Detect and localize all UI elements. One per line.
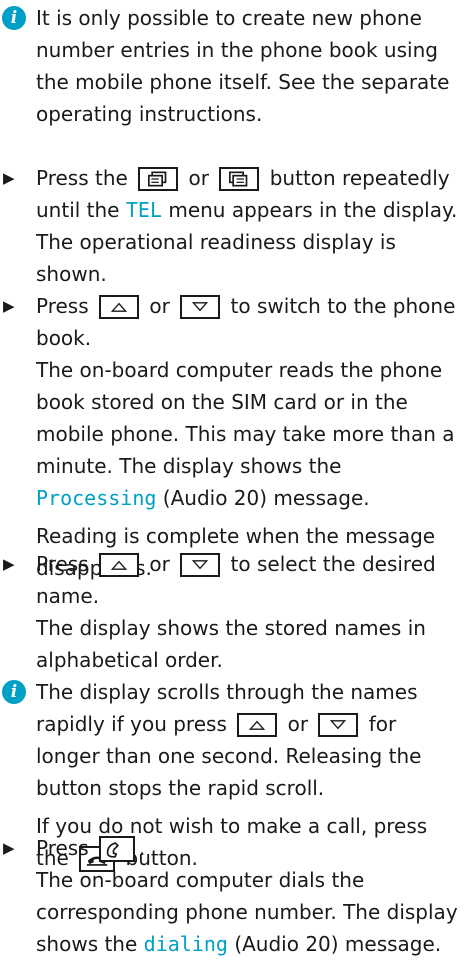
- step-result-text: The on-board computer reads the phone bo…: [36, 358, 455, 510]
- tel-menu-label: TEL: [125, 198, 162, 222]
- step-arrow-icon: ▶: [3, 555, 15, 573]
- up-key-icon: [237, 713, 278, 737]
- down-key-icon: [180, 295, 221, 319]
- info-note-text: The display scrolls through the names ra…: [36, 680, 422, 800]
- step-text: Press .: [36, 836, 146, 862]
- up-key-icon: [99, 295, 139, 319]
- step-select-name: ▶ Press or to select the desired name. T…: [2, 548, 460, 676]
- step-arrow-icon: ▶: [3, 297, 15, 315]
- dialing-message: dialing: [143, 932, 228, 956]
- call-key-icon: [99, 836, 135, 862]
- down-key-icon: [318, 713, 359, 737]
- page-forward-key-icon: [219, 167, 260, 191]
- step-arrow-icon: ▶: [3, 839, 15, 857]
- step-select-tel-menu: ▶ Press the or button repeatedly until t…: [2, 162, 460, 290]
- info-note-text: It is only possible to create new phone …: [36, 6, 450, 126]
- step-switch-phonebook: ▶ Press or to switch to the phone book. …: [2, 290, 460, 584]
- step-text: Press the or button repeatedly until the…: [36, 166, 458, 286]
- up-key-icon: [99, 553, 139, 577]
- processing-message: Processing: [36, 486, 157, 510]
- down-key-icon: [180, 553, 221, 577]
- step-text: Press or to switch to the phone book.: [36, 294, 456, 350]
- info-note-phonebook: i It is only possible to create new phon…: [2, 2, 460, 130]
- step-result-text: The on-board computer dials the correspo…: [36, 868, 458, 956]
- info-icon: i: [2, 6, 26, 30]
- info-icon: i: [2, 680, 26, 704]
- page-back-key-icon: [138, 167, 179, 191]
- step-dial: ▶ Press . The on-board computer dials th…: [2, 832, 460, 960]
- step-arrow-icon: ▶: [3, 169, 15, 187]
- step-result-text: The display shows the stored names in al…: [36, 616, 426, 672]
- step-text: Press or to select the desired name.: [36, 552, 436, 608]
